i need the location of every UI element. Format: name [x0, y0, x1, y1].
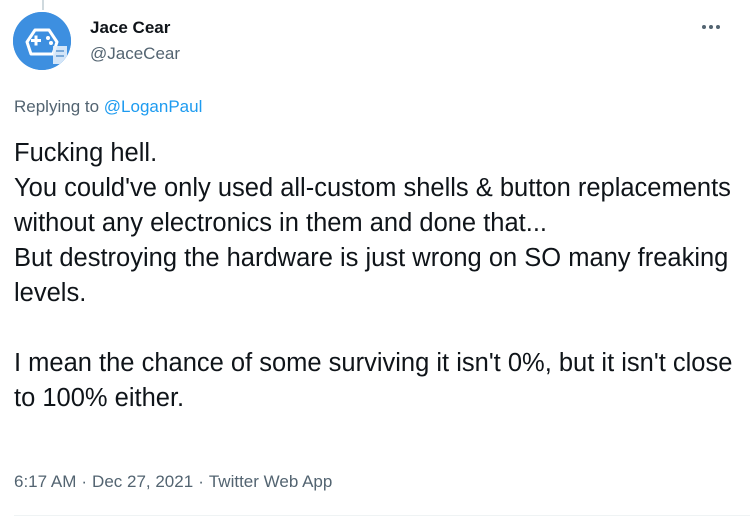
author-handle[interactable]: @JaceCear	[90, 44, 180, 64]
tweet-metadata: 6:17 AM · Dec 27, 2021 · Twitter Web App	[14, 472, 332, 492]
tweet-time-link[interactable]: 6:17 AM	[14, 472, 76, 491]
more-options-button[interactable]	[694, 12, 728, 42]
tweet-text: Fucking hell. You could've only used all…	[14, 139, 733, 412]
thread-connector-line	[42, 0, 44, 10]
meta-separator: ·	[81, 472, 88, 491]
meta-separator: ·	[198, 472, 204, 491]
avatar[interactable]	[13, 12, 71, 70]
replying-to-label: Replying to	[14, 97, 100, 116]
replying-to-mention-link[interactable]: @LoganPaul	[104, 97, 203, 116]
gamepad-avatar-icon	[13, 12, 71, 70]
divider	[14, 515, 750, 516]
more-options-icon	[702, 25, 706, 29]
author-display-name[interactable]: Jace Cear	[90, 18, 170, 38]
tweet-date-link[interactable]: Dec 27, 2021	[92, 472, 193, 491]
tweet-source-link[interactable]: Twitter Web App	[209, 472, 332, 491]
replying-to-line: Replying to @LoganPaul	[14, 97, 202, 117]
